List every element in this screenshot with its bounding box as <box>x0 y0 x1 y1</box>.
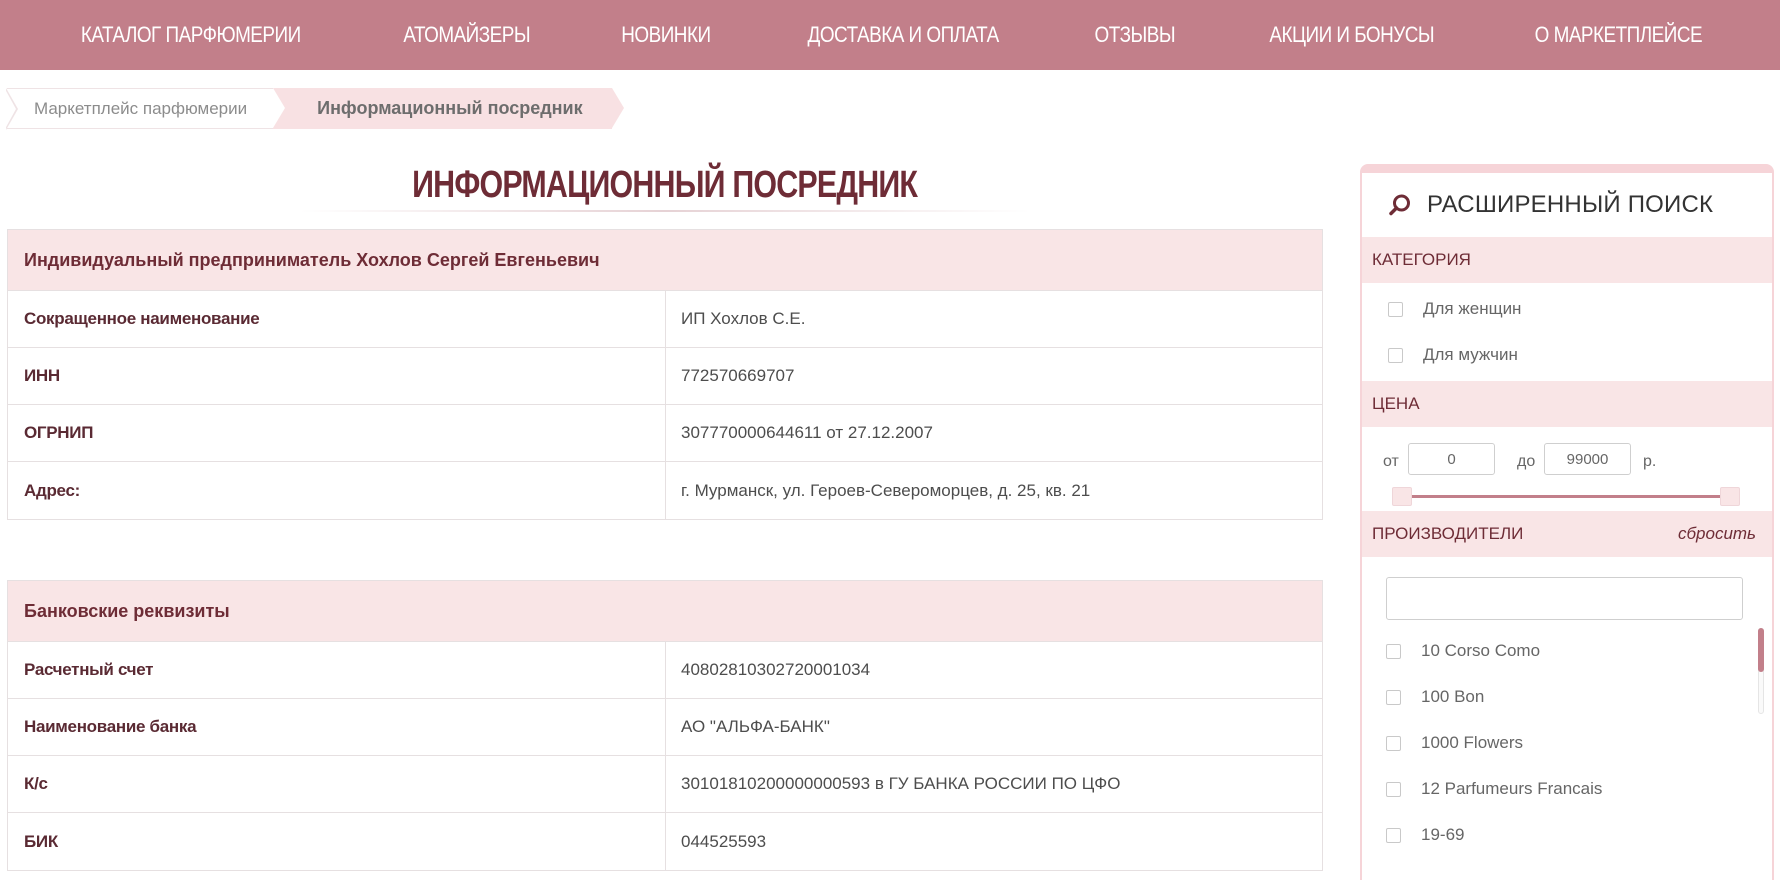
row-label: БИК <box>8 813 666 870</box>
nav-item-about[interactable]: О МАРКЕТПЛЕЙСЕ <box>1535 22 1703 48</box>
table-row: Адрес: г. Мурманск, ул. Героев-Северомор… <box>8 462 1322 519</box>
nav-item-atomizers[interactable]: АТОМАЙЗЕРЫ <box>403 22 530 48</box>
checkbox[interactable] <box>1386 643 1401 659</box>
price-from-input[interactable] <box>1408 443 1495 475</box>
row-label: Адрес: <box>8 462 666 519</box>
manufacturer-label: 19-69 <box>1421 825 1465 844</box>
category-option-label: Для женщин <box>1423 299 1522 318</box>
category-section-header: КАТЕГОРИЯ <box>1362 237 1772 283</box>
row-value: 044525593 <box>681 831 767 851</box>
price-to-input[interactable] <box>1544 443 1631 475</box>
advanced-search-title-text: РАСШИРЕННЫЙ ПОИСК <box>1427 191 1714 218</box>
table-row: ОГРНИП 307770000644611 от 27.12.2007 <box>8 405 1322 462</box>
manufacturer-label: 12 Parfumeurs Francais <box>1421 779 1603 798</box>
title-divider <box>300 210 1030 212</box>
manufacturers-section-header: ПРОИЗВОДИТЕЛИ сбросить <box>1362 511 1772 557</box>
checkbox[interactable] <box>1388 301 1403 317</box>
entrepreneur-heading: Индивидуальный предприниматель Хохлов Се… <box>8 230 1322 291</box>
table-row: К/с 30101810200000000593 в ГУ БАНКА РОСС… <box>8 756 1322 813</box>
price-section-header: ЦЕНА <box>1362 381 1772 427</box>
manufacturer-item[interactable]: 1000 Flowers <box>1362 720 1772 766</box>
bank-details-table: Банковские реквизиты Расчетный счет 4080… <box>7 580 1323 871</box>
row-value: г. Мурманск, ул. Героев-Североморцев, д.… <box>681 480 1091 500</box>
price-to-label: до <box>1517 453 1536 470</box>
checkbox[interactable] <box>1388 347 1403 363</box>
breadcrumb-home-link[interactable]: Маркетплейс парфюмерии <box>4 88 274 130</box>
price-slider-track[interactable] <box>1402 495 1730 498</box>
manufacturer-label: 1000 Flowers <box>1421 733 1524 752</box>
price-currency: р. <box>1643 453 1657 470</box>
top-nav: КАТАЛОГ ПАРФЮМЕРИИ АТОМАЙЗЕРЫ НОВИНКИ ДО… <box>0 0 1780 70</box>
manufacturer-list: 10 Corso Como 100 Bon 1000 Flowers 12 Pa… <box>1362 628 1772 864</box>
bank-heading: Банковские реквизиты <box>8 581 1322 642</box>
row-label: Наименование банка <box>8 699 666 755</box>
checkbox[interactable] <box>1386 781 1401 797</box>
row-value: 40802810302720001034 <box>681 660 871 679</box>
page-title-text: ИНФОРМАЦИОННЫЙ ПОСРЕДНИК <box>411 164 918 206</box>
breadcrumb: Маркетплейс парфюмерии Информационный по… <box>4 88 624 130</box>
advanced-search-panel: РАСШИРЕННЫЙ ПОИСК КАТЕГОРИЯ Для женщин Д… <box>1360 164 1774 880</box>
row-label: Расчетный счет <box>8 642 666 698</box>
nav-item-promotions[interactable]: АКЦИИ И БОНУСЫ <box>1269 22 1434 48</box>
advanced-search-title: РАСШИРЕННЫЙ ПОИСК <box>1362 173 1772 237</box>
entrepreneur-info-table: Индивидуальный предприниматель Хохлов Се… <box>7 229 1323 520</box>
price-slider-max-handle[interactable] <box>1720 487 1740 506</box>
table-row: ИНН 772570669707 <box>8 348 1322 405</box>
manufacturers-label: ПРОИЗВОДИТЕЛИ <box>1372 524 1524 543</box>
table-row: БИК 044525593 <box>8 813 1322 870</box>
price-from-label: от <box>1383 453 1399 470</box>
category-option-men[interactable]: Для мужчин <box>1362 332 1772 378</box>
row-label: К/с <box>8 756 666 812</box>
search-icon <box>1387 192 1413 218</box>
page-title: ИНФОРМАЦИОННЫЙ ПОСРЕДНИК <box>7 164 1322 207</box>
category-label: КАТЕГОРИЯ <box>1372 250 1471 269</box>
row-value: ИП Хохлов С.Е. <box>681 309 806 328</box>
manufacturer-item[interactable]: 12 Parfumeurs Francais <box>1362 766 1772 812</box>
table-row: Сокращенное наименование ИП Хохлов С.Е. <box>8 291 1322 348</box>
checkbox[interactable] <box>1386 689 1401 705</box>
nav-item-new[interactable]: НОВИНКИ <box>621 22 711 48</box>
row-label: ИНН <box>8 348 666 404</box>
row-value: АО "АЛЬФА-БАНК" <box>681 717 830 736</box>
manufacturer-item[interactable]: 10 Corso Como <box>1362 628 1772 674</box>
price-filter: от до р. <box>1362 427 1772 511</box>
checkbox[interactable] <box>1386 827 1401 843</box>
table-row: Наименование банка АО "АЛЬФА-БАНК" <box>8 699 1322 756</box>
manufacturer-item[interactable]: 19-69 <box>1362 812 1772 858</box>
row-value: 307770000644611 от 27.12.2007 <box>681 423 933 442</box>
manufacturer-label: 100 Bon <box>1421 687 1485 706</box>
nav-item-catalog[interactable]: КАТАЛОГ ПАРФЮМЕРИИ <box>81 22 301 48</box>
manufacturer-label: 10 Corso Como <box>1421 641 1541 660</box>
row-value: 30101810200000000593 в ГУ БАНКА РОССИИ П… <box>681 774 1121 793</box>
row-value: 772570669707 <box>681 366 795 385</box>
manufacturer-list-scrollbar[interactable] <box>1758 628 1764 714</box>
manufacturer-item[interactable]: 100 Bon <box>1362 674 1772 720</box>
row-label: ОГРНИП <box>8 405 666 461</box>
row-label: Сокращенное наименование <box>8 291 666 347</box>
category-option-women[interactable]: Для женщин <box>1362 286 1772 332</box>
nav-item-reviews[interactable]: ОТЗЫВЫ <box>1095 22 1176 48</box>
price-slider-min-handle[interactable] <box>1392 487 1412 506</box>
nav-item-delivery[interactable]: ДОСТАВКА И ОПЛАТА <box>807 22 999 48</box>
checkbox[interactable] <box>1386 735 1401 751</box>
table-row: Расчетный счет 40802810302720001034 <box>8 642 1322 699</box>
manufacturers-reset-link[interactable]: сбросить <box>1678 524 1756 544</box>
price-label: ЦЕНА <box>1372 394 1420 413</box>
breadcrumb-current: Информационный посредник <box>273 88 624 129</box>
category-option-label: Для мужчин <box>1423 345 1518 364</box>
scrollbar-thumb[interactable] <box>1758 628 1764 672</box>
manufacturer-search-input[interactable] <box>1386 577 1743 620</box>
